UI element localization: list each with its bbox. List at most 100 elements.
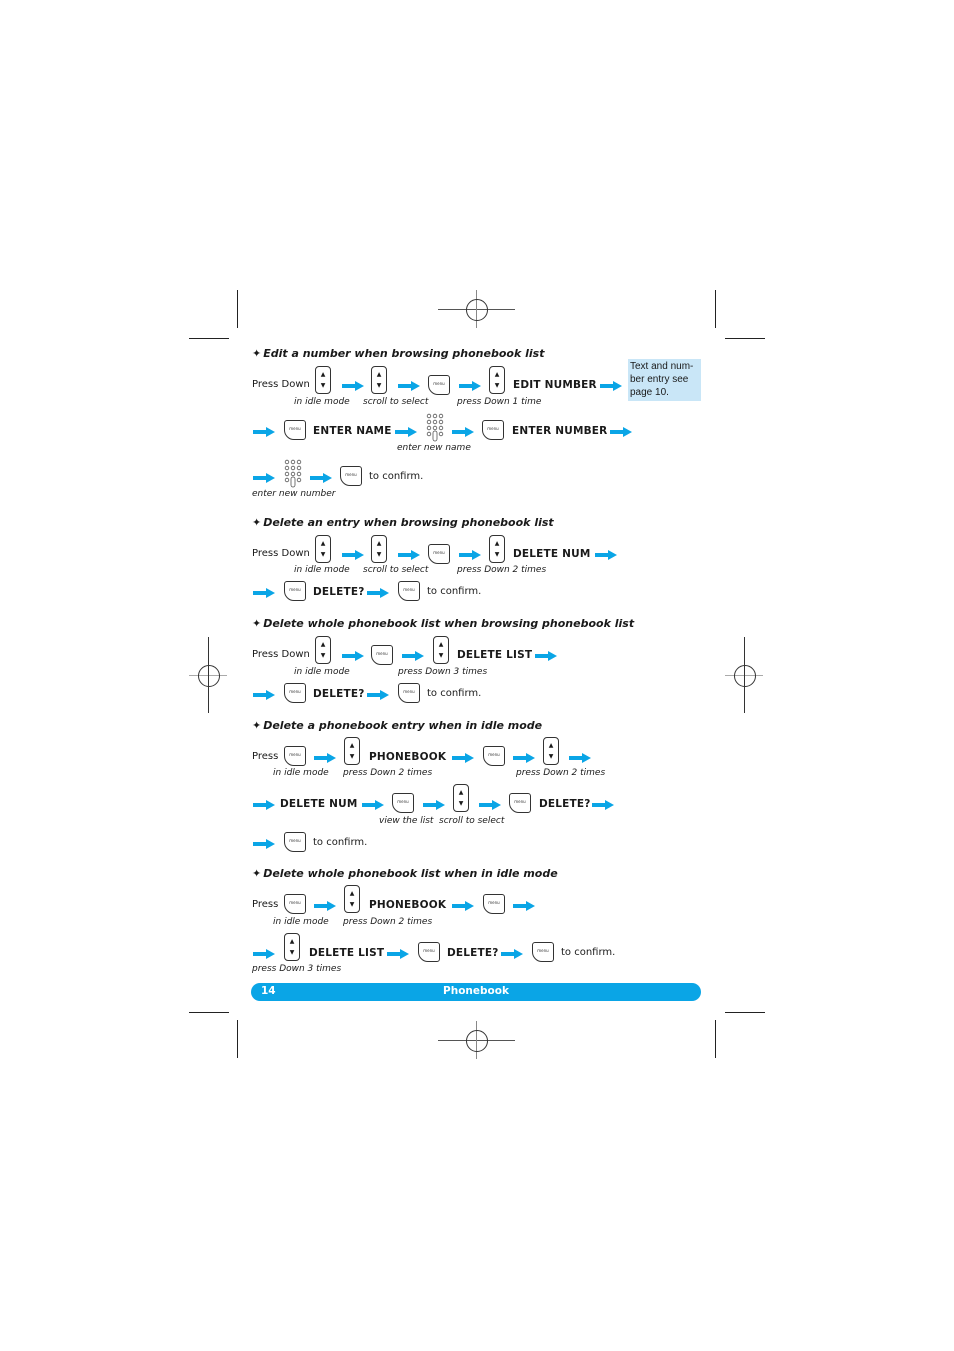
caption: scroll to select <box>439 816 505 826</box>
command-phonebook: PHONEBOOK <box>369 899 447 911</box>
caption: press Down 2 times <box>457 565 547 575</box>
navigation-key-icon: ▲ ▼ <box>371 535 387 563</box>
arrow-right-icon <box>452 427 474 437</box>
star-bullet-icon: ✦ <box>252 347 262 360</box>
caption: enter new name <box>397 443 471 453</box>
arrow-right-icon <box>600 381 622 391</box>
arrow-right-icon <box>452 753 474 763</box>
crop-mark <box>189 338 229 339</box>
star-bullet-icon: ✦ <box>252 867 262 880</box>
arrow-right-icon <box>253 588 275 598</box>
menu-key-label: menu <box>488 900 500 905</box>
side-note: Text and num- ber entry see page 10. <box>628 359 701 401</box>
crop-mark <box>237 1020 238 1058</box>
arrow-right-icon <box>314 753 336 763</box>
arrow-right-icon <box>610 427 632 437</box>
arrow-right-icon <box>452 901 474 911</box>
menu-key-icon: menu <box>392 793 414 813</box>
page-footer: 14 Phonebook <box>251 983 701 1001</box>
caption: in idle mode <box>294 565 350 575</box>
command-phonebook: PHONEBOOK <box>369 751 447 763</box>
menu-key-icon: menu <box>532 942 554 962</box>
command-delete-list: DELETE LIST <box>457 649 533 661</box>
menu-key-label: menu <box>423 948 435 953</box>
section-heading: ✦ Delete a phonebook entry when in idle m… <box>252 719 542 732</box>
menu-key-label: menu <box>289 426 301 431</box>
arrow-right-icon <box>398 381 420 391</box>
arrow-right-icon <box>367 690 389 700</box>
section-heading-text: Delete whole phonebook list when in idle… <box>263 867 558 880</box>
arrow-right-icon <box>459 550 481 560</box>
arrow-right-icon <box>423 800 445 810</box>
confirm-text: to confirm. <box>369 471 424 482</box>
menu-key-icon: menu <box>284 832 306 852</box>
command-delete-list: DELETE LIST <box>309 947 385 959</box>
caption: press Down 3 times <box>252 964 342 974</box>
menu-key-label: menu <box>397 799 409 804</box>
arrow-right-icon <box>362 800 384 810</box>
arrow-right-icon <box>342 381 364 391</box>
caption: press Down 1 time <box>457 397 542 407</box>
arrow-right-icon <box>342 550 364 560</box>
caption: scroll to select <box>363 565 429 575</box>
press-down-label: Press Down <box>252 379 310 390</box>
arrow-right-icon <box>569 753 591 763</box>
menu-key-icon: menu <box>284 420 306 440</box>
command-enter-name: ENTER NAME <box>313 425 392 437</box>
menu-key-icon: menu <box>398 683 420 703</box>
menu-key-label: menu <box>433 381 445 386</box>
arrow-right-icon <box>595 550 617 560</box>
menu-key-label: menu <box>488 752 500 757</box>
section-heading: ✦ Delete an entry when browsing phonebook… <box>252 516 554 529</box>
registration-circle <box>466 299 488 321</box>
arrow-right-icon <box>253 427 275 437</box>
crop-mark <box>715 290 716 328</box>
side-note-line: page 10. <box>630 387 669 398</box>
arrow-right-icon <box>310 473 332 483</box>
navigation-key-icon: ▲ ▼ <box>315 535 331 563</box>
arrow-right-icon <box>253 690 275 700</box>
caption: enter new number <box>252 489 336 499</box>
arrow-right-icon <box>253 800 275 810</box>
command-edit-number: EDIT NUMBER <box>513 379 597 391</box>
section-heading: ✦ Delete whole phonebook list when browsi… <box>252 617 634 630</box>
arrow-right-icon <box>314 901 336 911</box>
caption: in idle mode <box>294 397 350 407</box>
arrow-right-icon <box>459 381 481 391</box>
crop-mark <box>725 1012 765 1013</box>
arrow-right-icon <box>387 949 409 959</box>
star-bullet-icon: ✦ <box>252 516 262 529</box>
navigation-key-icon: ▲ ▼ <box>543 737 559 765</box>
crop-mark <box>237 290 238 328</box>
press-down-label: Press Down <box>252 649 310 660</box>
press-label: Press <box>252 899 279 910</box>
menu-key-icon: menu <box>482 420 504 440</box>
menu-key-label: menu <box>289 689 301 694</box>
navigation-key-icon: ▲ ▼ <box>489 366 505 394</box>
menu-key-icon: menu <box>340 466 362 486</box>
caption: press Down 2 times <box>343 917 433 927</box>
navigation-key-icon: ▲ ▼ <box>284 933 300 961</box>
menu-key-icon: menu <box>483 894 505 914</box>
crop-mark <box>189 1012 229 1013</box>
menu-key-icon: menu <box>428 544 450 564</box>
keypad-icon <box>426 413 444 442</box>
command-delete-num: DELETE NUM <box>280 798 358 810</box>
menu-key-label: menu <box>289 752 301 757</box>
confirm-text: to confirm. <box>313 837 368 848</box>
keypad-icon <box>284 459 302 488</box>
menu-key-icon: menu <box>284 683 306 703</box>
arrow-right-icon <box>253 473 275 483</box>
caption: view the list <box>379 816 434 826</box>
registration-circle <box>466 1030 488 1052</box>
side-note-line: Text and num- <box>630 361 694 372</box>
arrow-right-icon <box>592 800 614 810</box>
menu-key-label: menu <box>289 900 301 905</box>
arrow-right-icon <box>479 800 501 810</box>
section-heading-text: Delete an entry when browsing phonebook … <box>263 516 554 529</box>
arrow-right-icon <box>398 550 420 560</box>
section-heading-text: Edit a number when browsing phonebook li… <box>263 347 545 360</box>
section-heading-text: Delete whole phonebook list when browsin… <box>263 617 635 630</box>
command-delete-num: DELETE NUM <box>513 548 591 560</box>
arrow-right-icon <box>253 949 275 959</box>
